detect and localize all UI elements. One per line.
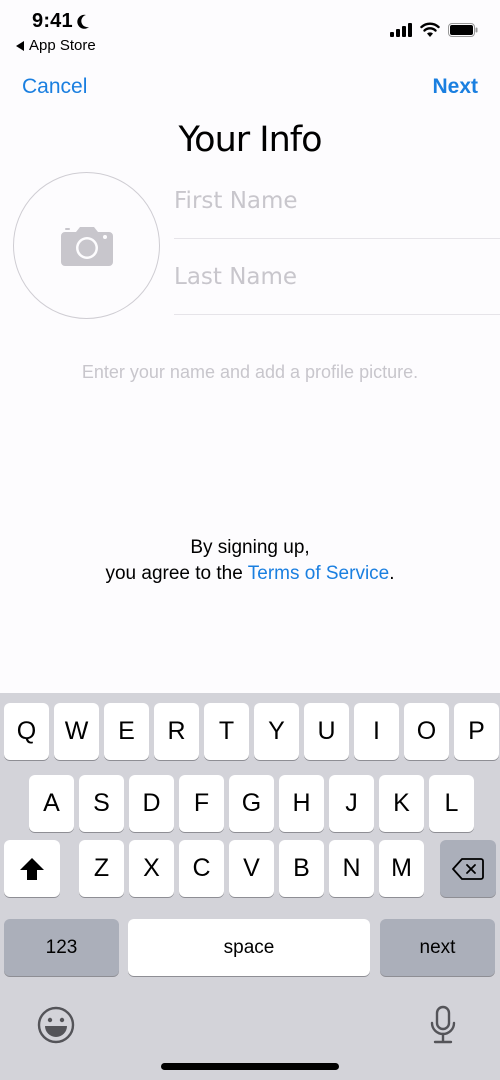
divider bbox=[174, 314, 500, 315]
screen: 9:41 App Store Cancel Next Your Info Fir… bbox=[0, 0, 500, 1080]
next-button[interactable]: Next bbox=[432, 75, 478, 99]
key-u[interactable]: U bbox=[304, 703, 349, 760]
key-i[interactable]: I bbox=[354, 703, 399, 760]
microphone-icon[interactable] bbox=[429, 1005, 457, 1045]
keyboard: QWERTYUIOP ASDFGHJKL ZXCVBNM 123 space n… bbox=[0, 693, 500, 1080]
key-x[interactable]: X bbox=[129, 840, 174, 897]
back-arrow-icon bbox=[16, 40, 24, 51]
space-key[interactable]: space bbox=[128, 919, 370, 976]
key-z[interactable]: Z bbox=[79, 840, 124, 897]
shift-key[interactable] bbox=[4, 840, 60, 897]
home-indicator[interactable] bbox=[161, 1063, 339, 1070]
key-k[interactable]: K bbox=[379, 775, 424, 832]
key-r[interactable]: R bbox=[154, 703, 199, 760]
key-v[interactable]: V bbox=[229, 840, 274, 897]
profile-photo-button[interactable] bbox=[13, 172, 160, 319]
signal-icon bbox=[390, 22, 412, 37]
terms-of-service-link[interactable]: Terms of Service bbox=[248, 563, 389, 584]
key-h[interactable]: H bbox=[279, 775, 324, 832]
key-b[interactable]: B bbox=[279, 840, 324, 897]
shift-icon bbox=[20, 857, 44, 880]
key-d[interactable]: D bbox=[129, 775, 174, 832]
key-c[interactable]: C bbox=[179, 840, 224, 897]
back-to-app-store[interactable]: App Store bbox=[16, 37, 96, 54]
key-y[interactable]: Y bbox=[254, 703, 299, 760]
key-q[interactable]: Q bbox=[4, 703, 49, 760]
key-j[interactable]: J bbox=[329, 775, 374, 832]
page-title: Your Info bbox=[178, 120, 322, 160]
key-p[interactable]: P bbox=[454, 703, 499, 760]
divider bbox=[174, 238, 500, 239]
moon-icon bbox=[77, 14, 89, 29]
key-m[interactable]: M bbox=[379, 840, 424, 897]
battery-icon bbox=[448, 22, 478, 37]
emoji-icon[interactable] bbox=[37, 1006, 75, 1044]
back-app-label: App Store bbox=[29, 37, 96, 54]
status-time: 9:41 bbox=[32, 10, 90, 33]
cancel-button[interactable]: Cancel bbox=[22, 75, 87, 99]
delete-icon bbox=[452, 857, 484, 880]
terms-line-2: you agree to the Terms of Service. bbox=[0, 561, 500, 587]
key-o[interactable]: O bbox=[404, 703, 449, 760]
numbers-key[interactable]: 123 bbox=[4, 919, 119, 976]
key-s[interactable]: S bbox=[79, 775, 124, 832]
key-e[interactable]: E bbox=[104, 703, 149, 760]
key-w[interactable]: W bbox=[54, 703, 99, 760]
camera-icon bbox=[60, 226, 113, 266]
key-l[interactable]: L bbox=[429, 775, 474, 832]
terms-line-1: By signing up, bbox=[190, 537, 310, 558]
key-t[interactable]: T bbox=[204, 703, 249, 760]
terms-suffix: . bbox=[389, 563, 395, 584]
key-g[interactable]: G bbox=[229, 775, 274, 832]
wifi-icon bbox=[420, 22, 440, 37]
key-f[interactable]: F bbox=[179, 775, 224, 832]
clock: 9:41 bbox=[32, 10, 73, 32]
next-key[interactable]: next bbox=[380, 919, 495, 976]
last-name-input[interactable] bbox=[174, 257, 500, 297]
terms-prefix: you agree to the bbox=[105, 563, 248, 584]
first-name-input[interactable] bbox=[174, 181, 500, 221]
key-a[interactable]: A bbox=[29, 775, 74, 832]
status-icons bbox=[390, 22, 478, 37]
key-n[interactable]: N bbox=[329, 840, 374, 897]
terms-notice: By signing up, you agree to the Terms of… bbox=[0, 535, 500, 587]
hint-text: Enter your name and add a profile pictur… bbox=[81, 362, 419, 382]
delete-key[interactable] bbox=[440, 840, 496, 897]
